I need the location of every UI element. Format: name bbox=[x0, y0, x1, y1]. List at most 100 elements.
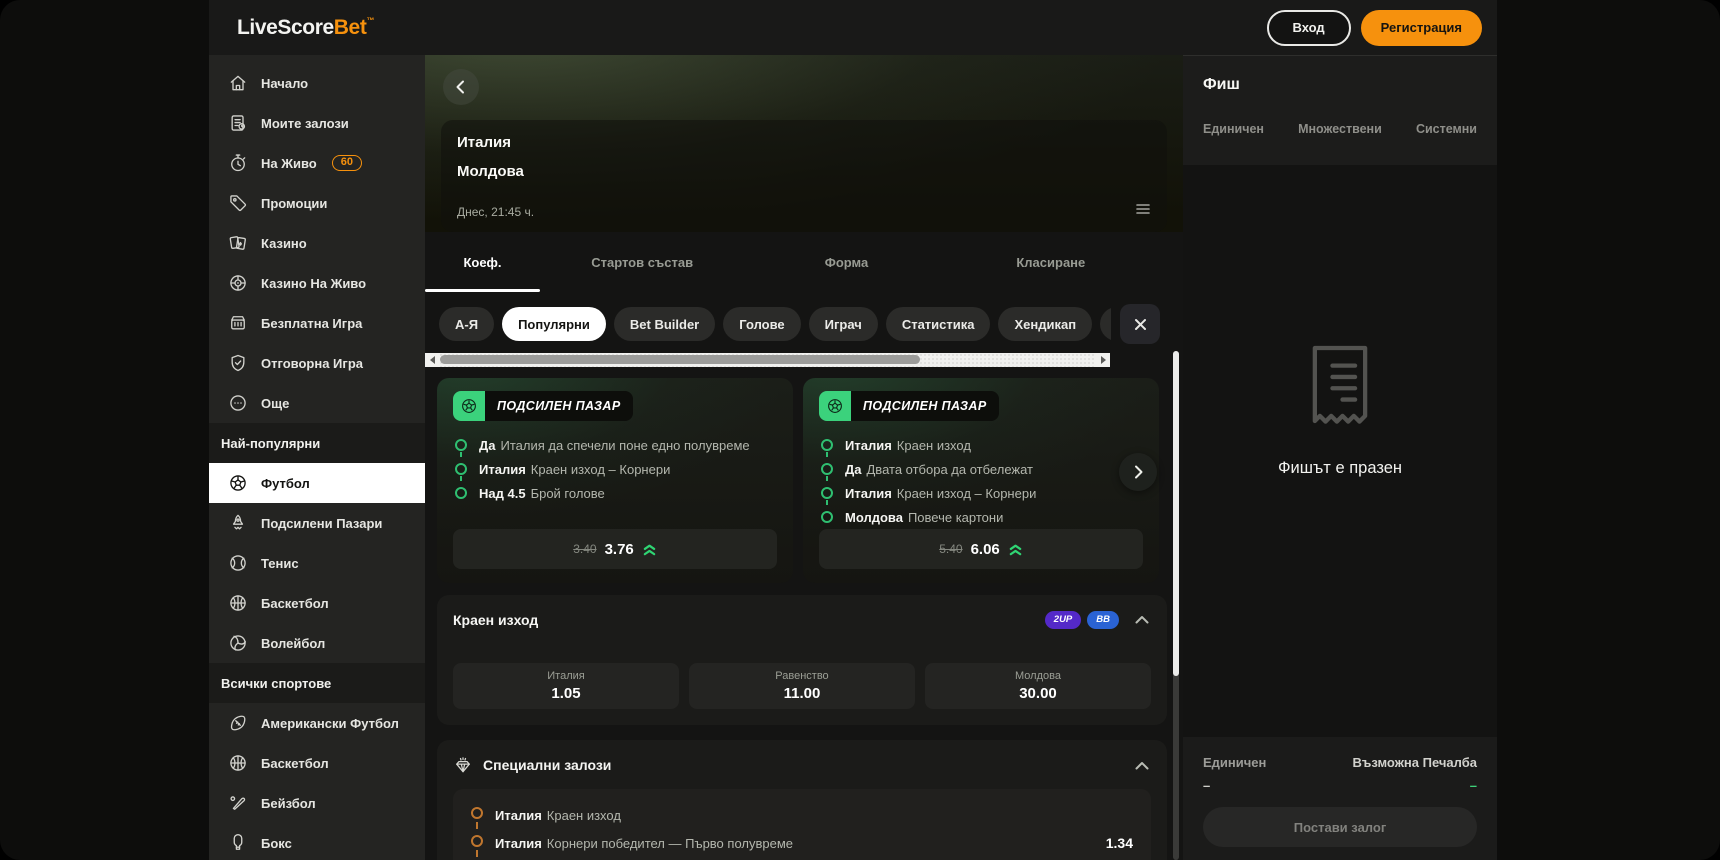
chip-goals[interactable]: Голове bbox=[723, 307, 800, 341]
logo[interactable]: LiveScoreBet™ bbox=[237, 16, 374, 40]
match-hero: Италия Молдова Днес, 21:45 ч. bbox=[425, 55, 1183, 232]
sidebar-item-casino[interactable]: Казино bbox=[209, 223, 425, 263]
sidebar: Начало Моите залози На Живо 60 Промоции bbox=[209, 55, 425, 860]
market-badges: 2UP BB bbox=[1045, 611, 1119, 629]
chip-player[interactable]: Играч bbox=[809, 307, 878, 341]
collapse-market-button[interactable] bbox=[1133, 610, 1151, 629]
tab-standings[interactable]: Класиране bbox=[949, 232, 1153, 292]
betslip-tab-multiple[interactable]: Множествени bbox=[1298, 122, 1382, 136]
chip-popular[interactable]: Популярни bbox=[502, 307, 606, 341]
more-icon bbox=[228, 393, 248, 413]
scroll-right-arrow[interactable] bbox=[1096, 353, 1110, 367]
sidebar-item-volleyball[interactable]: Волейбол bbox=[209, 623, 425, 663]
carousel-next-button[interactable] bbox=[1119, 453, 1157, 491]
chip-statistics[interactable]: Статистика bbox=[886, 307, 991, 341]
tab-lineups[interactable]: Стартов състав bbox=[540, 232, 744, 292]
sidebar-item-boosted-markets[interactable]: Подсилени Пазари bbox=[209, 503, 425, 543]
bet-builder-selections: ИталияКраен изход ДаДвата отбора да отбе… bbox=[819, 433, 1143, 529]
sidebar-item-label: Промоции bbox=[261, 196, 327, 211]
chip-handicap[interactable]: Хендикап bbox=[998, 307, 1092, 341]
selection-pick: Да bbox=[479, 438, 496, 453]
boosted-odds-button[interactable]: 5.40 6.06 bbox=[819, 529, 1143, 569]
sidebar-item-boxing[interactable]: Бокс bbox=[209, 823, 425, 860]
specials-title: Специални залози bbox=[483, 757, 611, 773]
selection-pick: Италия bbox=[479, 462, 526, 477]
collapse-specials-button[interactable] bbox=[1133, 756, 1151, 775]
betslip-tab-system[interactable]: Системни bbox=[1416, 122, 1477, 136]
register-button[interactable]: Регистрация bbox=[1361, 10, 1482, 46]
football-icon bbox=[228, 473, 248, 493]
sidebar-item-responsible-game[interactable]: Отговорна Игра bbox=[209, 343, 425, 383]
market-filter-bar: А-Я Популярни Bet Builder Голове Играч С… bbox=[425, 304, 1183, 344]
odds-boost-icon bbox=[1008, 542, 1023, 556]
selection: ИталияКраен изход bbox=[469, 801, 1135, 829]
chip-halftime[interactable]: Полувреме bbox=[1100, 307, 1111, 341]
odds-button-draw[interactable]: Равенство 11.00 bbox=[689, 663, 915, 709]
selection: ИталияКраен изход – Корнери bbox=[453, 457, 777, 481]
rocket-icon bbox=[228, 513, 248, 533]
sidebar-item-free-game[interactable]: Безплатна Игра bbox=[209, 303, 425, 343]
selection-market: Брой голове bbox=[531, 486, 605, 501]
chevron-right-icon bbox=[1130, 464, 1146, 480]
tab-form[interactable]: Форма bbox=[744, 232, 948, 292]
market-title: Краен изход bbox=[453, 612, 538, 628]
odds-value: 11.00 bbox=[784, 685, 821, 702]
vertical-scrollbar-thumb[interactable] bbox=[1173, 351, 1179, 676]
tab-odds[interactable]: Коеф. bbox=[425, 232, 540, 292]
chips-close-button[interactable] bbox=[1120, 304, 1160, 344]
logo-bet: Bet bbox=[334, 16, 367, 39]
scrollbar-track[interactable] bbox=[439, 353, 1096, 367]
market-header: Краен изход 2UP BB bbox=[453, 610, 1151, 629]
scroll-left-arrow[interactable] bbox=[425, 353, 439, 367]
possible-winnings-label: Възможна Печалба bbox=[1352, 755, 1477, 770]
sidebar-item-more[interactable]: Още bbox=[209, 383, 425, 423]
sidebar-item-tennis[interactable]: Тенис bbox=[209, 543, 425, 583]
boosted-badge-label: ПОДСИЛЕН ПАЗАР bbox=[485, 391, 633, 421]
topbar-actions: Вход Регистрация bbox=[1267, 10, 1482, 46]
sidebar-item-live-casino[interactable]: Казино На Живо bbox=[209, 263, 425, 303]
chip-bet-builder[interactable]: Bet Builder bbox=[614, 307, 715, 341]
scrollbar-thumb[interactable] bbox=[440, 355, 920, 364]
back-button[interactable] bbox=[443, 69, 479, 105]
sidebar-item-label: Баскетбол bbox=[261, 756, 329, 771]
menu-icon bbox=[1135, 203, 1151, 215]
match-options-button[interactable] bbox=[1133, 201, 1153, 220]
sidebar-item-basketball[interactable]: Баскетбол bbox=[209, 583, 425, 623]
sidebar-item-label: Отговорна Игра bbox=[261, 356, 363, 371]
selection: ИталияКраен изход bbox=[819, 433, 1143, 457]
badge-bet-builder: BB bbox=[1087, 611, 1119, 629]
basketball-icon bbox=[228, 753, 248, 773]
sidebar-item-home[interactable]: Начало bbox=[209, 63, 425, 103]
diamond-icon bbox=[453, 755, 473, 775]
logo-trademark: ™ bbox=[366, 16, 374, 25]
betslip-tab-single[interactable]: Единичен bbox=[1203, 122, 1264, 136]
chip-az[interactable]: А-Я bbox=[439, 307, 494, 341]
stake-labels-row: Единичен Възможна Печалба bbox=[1203, 755, 1477, 770]
selection-pick: Италия bbox=[495, 836, 542, 851]
place-bet-button[interactable]: Постави залог bbox=[1203, 807, 1477, 847]
horizontal-scrollbar[interactable] bbox=[425, 353, 1110, 367]
sidebar-item-my-bets[interactable]: Моите залози bbox=[209, 103, 425, 143]
sidebar-item-promotions[interactable]: Промоции bbox=[209, 183, 425, 223]
bet-slip-title: Фиш bbox=[1203, 76, 1477, 94]
login-button[interactable]: Вход bbox=[1267, 10, 1351, 46]
special-bet-card[interactable]: ИталияКраен изход Италия Корнери победите… bbox=[453, 789, 1151, 860]
sidebar-item-basketball-all[interactable]: Баскетбол bbox=[209, 743, 425, 783]
sidebar-item-label: Тенис bbox=[261, 556, 299, 571]
boosted-odds: 3.76 bbox=[605, 541, 634, 558]
sidebar-item-american-football[interactable]: Американски Футбол bbox=[209, 703, 425, 743]
sidebar-item-live[interactable]: На Живо 60 bbox=[209, 143, 425, 183]
bet-slip-empty-text: Фишът е празен bbox=[1278, 459, 1402, 478]
chevron-left-icon bbox=[453, 79, 469, 95]
sidebar-item-football[interactable]: Футбол bbox=[209, 463, 425, 503]
vertical-scrollbar[interactable] bbox=[1173, 351, 1179, 860]
boosted-odds-button[interactable]: 3.40 3.76 bbox=[453, 529, 777, 569]
selection-market: Повече картони bbox=[908, 510, 1003, 525]
selection-market: Корнери победител — Първо полувреме bbox=[547, 836, 793, 851]
odds-button-away[interactable]: Молдова 30.00 bbox=[925, 663, 1151, 709]
sidebar-item-label: Безплатна Игра bbox=[261, 316, 362, 331]
boosted-market-card-2: ПОДСИЛЕН ПАЗАР ИталияКраен изход ДаДвата… bbox=[803, 378, 1159, 583]
odds-button-home[interactable]: Италия 1.05 bbox=[453, 663, 679, 709]
sidebar-item-baseball[interactable]: Бейзбол bbox=[209, 783, 425, 823]
top-bar: LiveScoreBet™ Вход Регистрация bbox=[209, 0, 1497, 55]
